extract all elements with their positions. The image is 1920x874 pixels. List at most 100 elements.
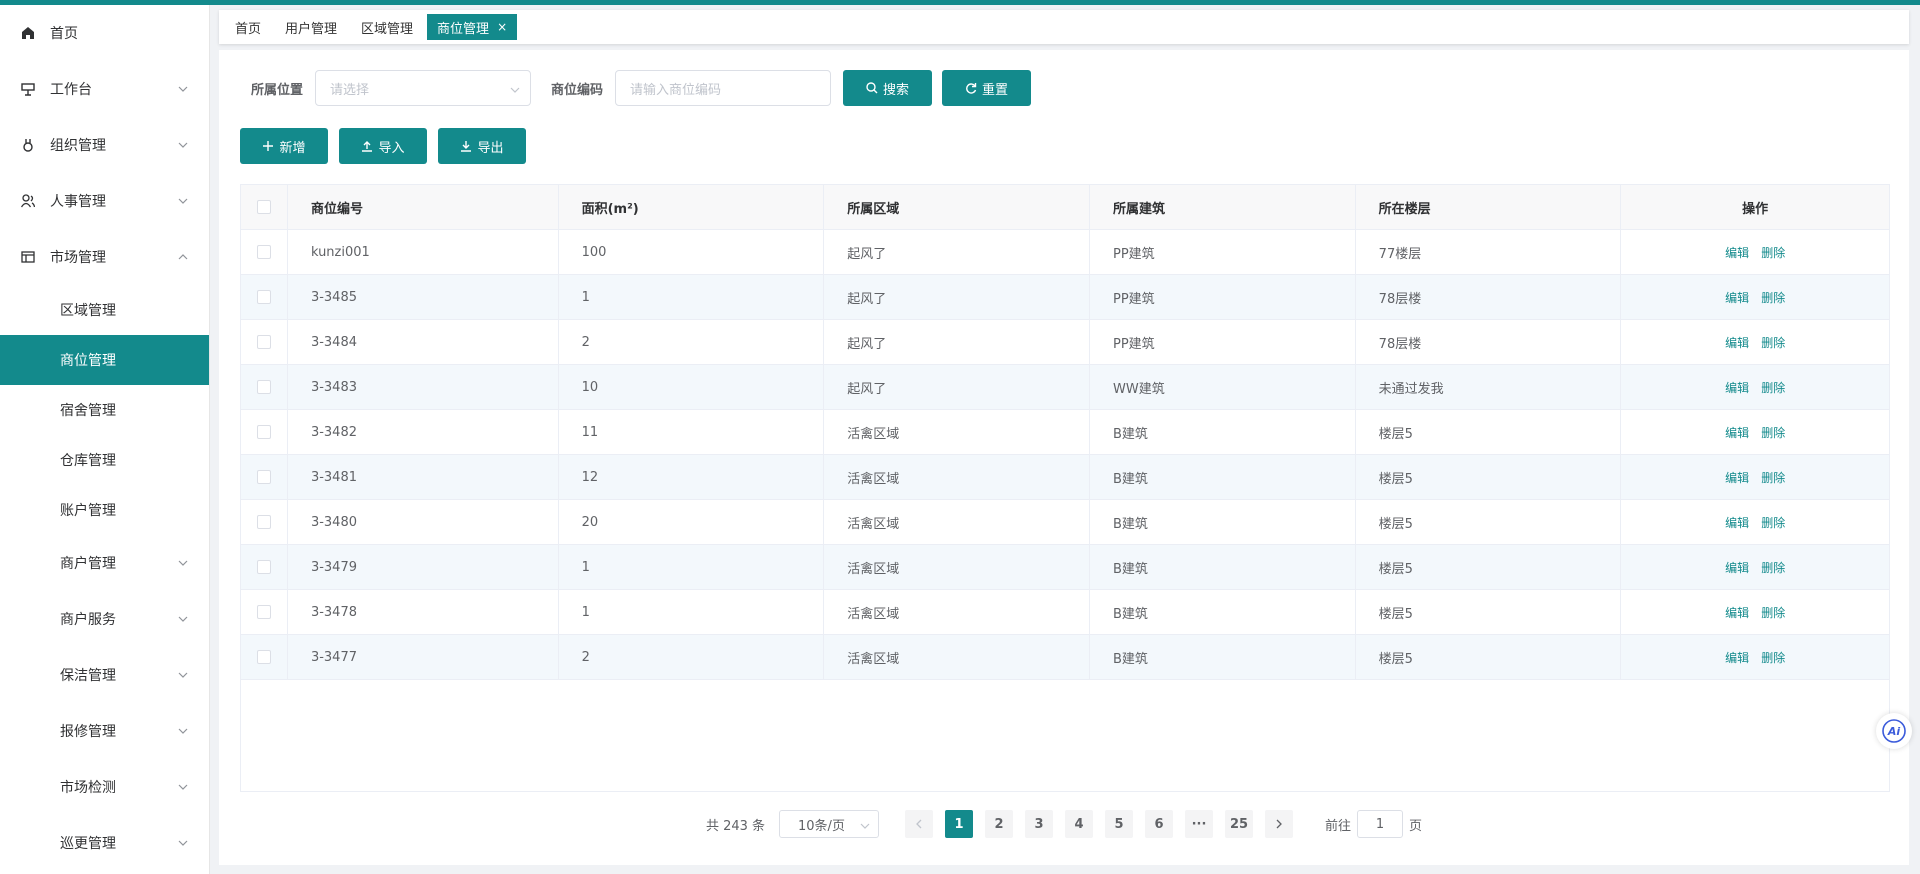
- delete-link[interactable]: 删除: [1761, 604, 1785, 621]
- sidebar-item-label: 商户管理: [60, 556, 116, 572]
- edit-link[interactable]: 编辑: [1725, 559, 1749, 576]
- delete-link[interactable]: 删除: [1761, 559, 1785, 576]
- row-select-cell: [241, 590, 288, 634]
- edit-link[interactable]: 编辑: [1725, 469, 1749, 486]
- column-header[interactable]: 所属区域: [824, 185, 1090, 229]
- sidebar-item-label: 工作台: [50, 82, 92, 98]
- action-bar: 新增 导入 导出: [240, 128, 537, 164]
- close-icon[interactable]: ×: [497, 20, 507, 34]
- tab-stall-management[interactable]: 商位管理 ×: [427, 14, 518, 40]
- edit-link[interactable]: 编辑: [1725, 424, 1749, 441]
- search-button[interactable]: 搜索: [843, 70, 933, 106]
- sidebar-item-workbench[interactable]: 工作台: [0, 61, 209, 117]
- edit-link[interactable]: 编辑: [1725, 649, 1749, 666]
- tab-label: 用户管理: [285, 21, 338, 37]
- row-checkbox[interactable]: [256, 515, 271, 529]
- sidebar-subitem-account[interactable]: 账户管理: [0, 485, 209, 535]
- building-cell: B建筑: [1090, 455, 1356, 499]
- edit-link[interactable]: 编辑: [1725, 514, 1749, 531]
- delete-link[interactable]: 删除: [1761, 649, 1785, 666]
- page-number-button[interactable]: 25: [1225, 810, 1254, 838]
- sidebar-item-cleaning[interactable]: 保洁管理: [0, 647, 209, 703]
- row-checkbox[interactable]: [256, 245, 271, 259]
- row-select-cell: [241, 455, 288, 499]
- delete-link[interactable]: 删除: [1761, 334, 1785, 351]
- row-select-cell: [241, 365, 288, 409]
- table-row: 3-3477 2 活禽区域 B建筑 楼层5 编辑 删除: [241, 635, 1889, 680]
- prev-page-button[interactable]: [905, 810, 934, 838]
- delete-link[interactable]: 删除: [1761, 469, 1785, 486]
- edit-link[interactable]: 编辑: [1725, 334, 1749, 351]
- reset-button-label: 重置: [982, 81, 1009, 97]
- row-checkbox[interactable]: [256, 605, 271, 619]
- row-checkbox[interactable]: [256, 650, 271, 664]
- sidebar-item-market[interactable]: 市场管理: [0, 229, 209, 285]
- page-ellipsis-button[interactable]: ···: [1185, 810, 1214, 838]
- edit-link[interactable]: 编辑: [1725, 244, 1749, 261]
- row-checkbox[interactable]: [256, 470, 271, 484]
- tab-home[interactable]: 首页: [225, 14, 271, 40]
- edit-link[interactable]: 编辑: [1725, 379, 1749, 396]
- delete-link[interactable]: 删除: [1761, 514, 1785, 531]
- sidebar-item-merchant[interactable]: 商户管理: [0, 535, 209, 591]
- reset-button[interactable]: 重置: [942, 70, 1032, 106]
- row-checkbox[interactable]: [256, 335, 271, 349]
- zone-cell: 活禽区域: [824, 455, 1090, 499]
- area-cell: 20: [559, 500, 825, 544]
- sidebar-subitem-warehouse[interactable]: 仓库管理: [0, 435, 209, 485]
- area-cell: 11: [559, 410, 825, 454]
- page-number-button[interactable]: 2: [985, 810, 1014, 838]
- tab-user-management[interactable]: 用户管理: [275, 14, 347, 40]
- stall-code-cell: 3-3482: [288, 410, 559, 454]
- delete-link[interactable]: 删除: [1761, 244, 1785, 261]
- delete-link[interactable]: 删除: [1761, 424, 1785, 441]
- sidebar-item-repair[interactable]: 报修管理: [0, 703, 209, 759]
- select-all-checkbox[interactable]: [256, 200, 271, 214]
- sidebar-subitem-stall[interactable]: 商位管理: [0, 335, 209, 385]
- stall-code-input[interactable]: 请输入商位编码: [615, 70, 832, 106]
- row-select-cell: [241, 545, 288, 589]
- import-button[interactable]: 导入: [339, 128, 427, 164]
- sidebar-subitem-area[interactable]: 区域管理: [0, 285, 209, 335]
- goto-page-input[interactable]: 1: [1357, 810, 1404, 838]
- zone-cell: 活禽区域: [824, 590, 1090, 634]
- row-checkbox[interactable]: [256, 290, 271, 304]
- sidebar-item-inspection[interactable]: 市场检测: [0, 759, 209, 815]
- column-header[interactable]: 所在楼层: [1356, 185, 1622, 229]
- edit-link[interactable]: 编辑: [1725, 289, 1749, 306]
- edit-link[interactable]: 编辑: [1725, 604, 1749, 621]
- zone-cell: 活禽区域: [824, 410, 1090, 454]
- sidebar-item-patrol[interactable]: 巡更管理: [0, 815, 209, 871]
- page-number-button[interactable]: 6: [1145, 810, 1174, 838]
- page-number-button[interactable]: 5: [1105, 810, 1134, 838]
- add-button[interactable]: 新增: [240, 128, 328, 164]
- ai-assistant-button[interactable]: Ai: [1876, 713, 1912, 749]
- export-button[interactable]: 导出: [438, 128, 526, 164]
- location-select[interactable]: 请选择: [315, 70, 532, 106]
- row-checkbox[interactable]: [256, 380, 271, 394]
- row-select-cell: [241, 635, 288, 679]
- sidebar-item-merchant-service[interactable]: 商户服务: [0, 591, 209, 647]
- sidebar-item-organization[interactable]: 组织管理: [0, 117, 209, 173]
- delete-link[interactable]: 删除: [1761, 289, 1785, 306]
- tab-area-management[interactable]: 区域管理: [351, 14, 423, 40]
- delete-link[interactable]: 删除: [1761, 379, 1785, 396]
- sidebar-item-home[interactable]: 首页: [0, 5, 209, 61]
- tab-bar: 首页 用户管理 区域管理 商位管理 ×: [219, 10, 1909, 44]
- row-checkbox[interactable]: [256, 560, 271, 574]
- column-header[interactable]: 商位编号: [288, 185, 559, 229]
- column-header[interactable]: 所属建筑: [1090, 185, 1356, 229]
- pagination: 共 243 条 10条/页 1 2 3 4 5 6 ··· 25 前往 1 页: [219, 810, 1909, 838]
- row-checkbox[interactable]: [256, 425, 271, 439]
- content-panel: 所属位置 请选择 商位编码 请输入商位编码 搜索 重置 新增 导入 导出 商位编…: [219, 50, 1909, 865]
- stall-code-placeholder: 请输入商位编码: [630, 82, 722, 98]
- column-header[interactable]: 面积(m²): [559, 185, 825, 229]
- page-size-select[interactable]: 10条/页: [779, 810, 880, 838]
- page-number-button[interactable]: 1: [945, 810, 974, 838]
- sidebar-subitem-dormitory[interactable]: 宿舍管理: [0, 385, 209, 435]
- next-page-button[interactable]: [1265, 810, 1294, 838]
- page-number-button[interactable]: 3: [1025, 810, 1054, 838]
- sidebar-item-hr[interactable]: 人事管理: [0, 173, 209, 229]
- search-button-label: 搜索: [883, 81, 910, 97]
- page-number-button[interactable]: 4: [1065, 810, 1094, 838]
